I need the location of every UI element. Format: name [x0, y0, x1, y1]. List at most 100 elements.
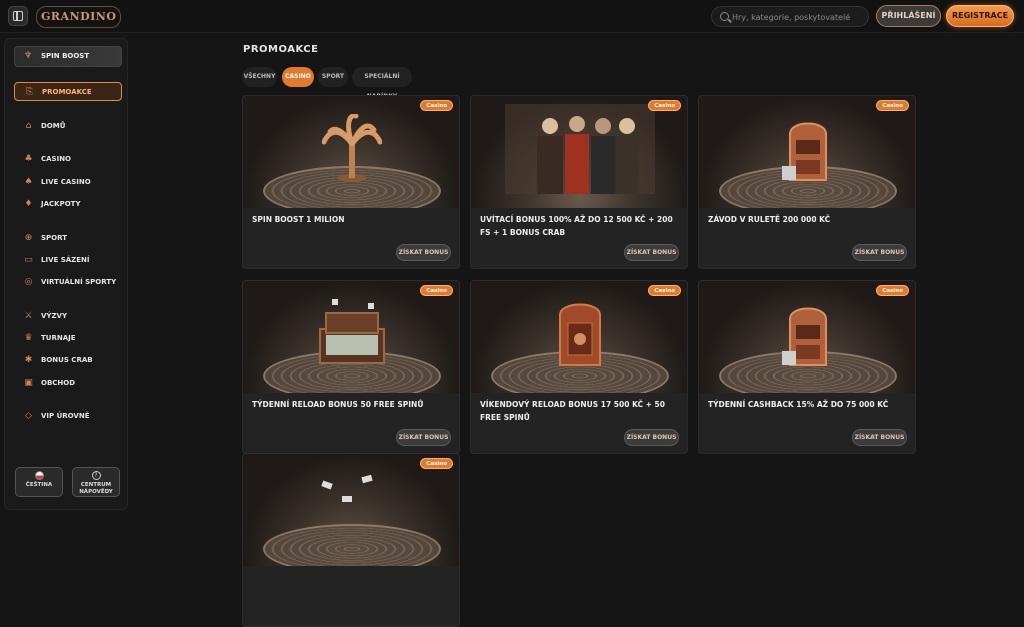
- get-bonus-button[interactable]: ZÍSKAT BONUS: [624, 244, 679, 261]
- ball-icon: ⊕: [24, 233, 33, 243]
- flag-icon: [34, 471, 44, 480]
- get-bonus-button[interactable]: ZÍSKAT BONUS: [396, 244, 451, 261]
- sidebar-item-virtu-ln-sporty[interactable]: ◎ VIRTUÁLNÍ SPORTY: [14, 273, 122, 292]
- safe-illustration: [550, 299, 610, 369]
- sidebar-item-label: LIVE CASINO: [41, 178, 91, 186]
- promo-card[interactable]: Casino: [242, 453, 460, 627]
- sidebar-item-label: TURNAJE: [41, 334, 76, 342]
- get-bonus-button[interactable]: ZÍSKAT BONUS: [396, 429, 451, 446]
- promo-card[interactable]: Casino TÝDENNÍ CASHBACK 15% AŽ DO 75 000 …: [698, 280, 916, 454]
- promo-image[interactable]: [699, 96, 915, 208]
- tab-sport[interactable]: SPORT: [318, 67, 348, 87]
- category-badge: Casino: [648, 100, 681, 111]
- register-button[interactable]: REGISTRACE: [946, 5, 1014, 27]
- top-bar: GRANDINO PŘIHLÁŠENÍ REGISTRACE: [0, 0, 1024, 33]
- shop-icon: ▣: [24, 378, 33, 388]
- help-label-line-1: CENTRUM: [80, 482, 112, 488]
- virtual-sports-icon: ◎: [24, 277, 33, 287]
- promo-image[interactable]: [699, 281, 915, 393]
- promo-card[interactable]: Casino ZÁVOD V RULETĚ 200 000 KČ ZÍSKAT BO…: [698, 95, 916, 269]
- sidebar-toggle-button[interactable]: [8, 6, 28, 26]
- promo-title: VÍKENDOVÝ RELOAD BONUS 17 500 KČ + 50 FR…: [480, 400, 665, 422]
- sidebar-item-label: JACKPOTY: [41, 200, 81, 208]
- slot-illustration: [778, 299, 838, 369]
- challenge-icon: ⚔: [24, 311, 33, 321]
- sidebar: ♆ SPIN BOOST ⎘ PROMOAKCE ⌂ DOMŮ ♣ CASINO ♠ LIVE…: [4, 38, 128, 510]
- get-bonus-button[interactable]: ZÍSKAT BONUS: [624, 429, 679, 446]
- sidebar-item-live-s-zen-[interactable]: ▭ LIVE SÁZENÍ: [14, 251, 122, 270]
- diamond-icon: ◇: [25, 411, 32, 421]
- sidebar-item-label: VIP ÚROVNĚ: [41, 412, 90, 420]
- spin-boost-banner[interactable]: ♆ SPIN BOOST: [14, 46, 122, 67]
- get-bonus-button[interactable]: ZÍSKAT BONUS: [852, 429, 907, 446]
- sidebar-item-vip-rovn-[interactable]: ◇ VIP ÚROVNĚ: [14, 407, 122, 426]
- tab-casino[interactable]: CASINO: [282, 67, 314, 87]
- search-box[interactable]: [711, 6, 869, 27]
- help-label-line-2: NÁPOVĚDY: [79, 489, 113, 495]
- sidebar-item-label: VIRTUÁLNÍ SPORTY: [41, 278, 117, 286]
- language-label: ČEŠTINA: [25, 482, 53, 488]
- tab-all[interactable]: VŠECHNY: [242, 67, 277, 87]
- sidebar-item-promoakce[interactable]: ⎘ PROMOAKCE: [14, 82, 122, 101]
- sidebar-item-label: PROMOAKCE: [42, 88, 92, 96]
- palm-illustration: [321, 113, 383, 184]
- search-icon: [720, 12, 729, 21]
- crab-icon: ✱: [24, 355, 33, 365]
- promo-image[interactable]: [471, 281, 687, 393]
- sidebar-item-label: DOMŮ: [41, 122, 66, 130]
- promo-card[interactable]: Casino VÍKENDOVÝ RELOAD BONUS 17 500 KČ +…: [470, 280, 688, 454]
- sidebar-item-live-casino[interactable]: ♠ LIVE CASINO: [14, 173, 122, 192]
- spin-boost-label: SPIN BOOST: [41, 52, 90, 60]
- sidebar-item-obchod[interactable]: ▣ OBCHOD: [14, 374, 122, 393]
- category-badge: Casino: [420, 285, 453, 296]
- jackpot-icon: ♦: [24, 199, 33, 209]
- sidebar-item-label: LIVE SÁZENÍ: [41, 256, 90, 264]
- category-badge: Casino: [876, 100, 909, 111]
- home-icon: ⌂: [25, 121, 32, 131]
- category-badge: Casino: [420, 100, 453, 111]
- category-badge: Casino: [420, 458, 453, 469]
- sidebar-item-label: CASINO: [41, 155, 72, 163]
- help-icon: ?: [91, 471, 101, 480]
- trophy-icon: ♛: [24, 333, 33, 343]
- casino-icon: ♣: [24, 154, 33, 164]
- promo-image[interactable]: [243, 454, 459, 566]
- people-illustration: [505, 104, 655, 194]
- sidebar-item-label: BONUS CRAB: [41, 356, 93, 364]
- search-input[interactable]: [732, 9, 864, 25]
- sidebar-item-label: OBCHOD: [41, 379, 76, 387]
- promo-title: ZÁVOD V RULETĚ 200 000 KČ: [708, 215, 831, 224]
- sidebar-item-jackpoty[interactable]: ♦ JACKPOTY: [14, 195, 122, 214]
- help-center-button[interactable]: ? CENTRUM NÁPOVĚDY: [72, 467, 120, 497]
- sidebar-item-turnaje[interactable]: ♛ TURNAJE: [14, 329, 122, 348]
- sidebar-icon: [13, 11, 23, 21]
- promo-image[interactable]: [243, 281, 459, 393]
- sidebar-item-sport[interactable]: ⊕ SPORT: [14, 229, 122, 248]
- promo-title: TÝDENNÍ RELOAD BONUS 50 FREE SPINŮ: [252, 400, 424, 409]
- sidebar-item-casino[interactable]: ♣ CASINO: [14, 150, 122, 169]
- sidebar-item-label: VÝZVY: [41, 312, 68, 320]
- promo-image[interactable]: [471, 96, 687, 208]
- category-badge: Casino: [648, 285, 681, 296]
- promo-image[interactable]: [243, 96, 459, 208]
- help-center-label: CENTRUM NÁPOVĚDY: [73, 482, 119, 496]
- promo-card[interactable]: Casino UVÍTACÍ BONUS 100% AŽ DO 12 500 KČ…: [470, 95, 688, 269]
- category-badge: Casino: [876, 285, 909, 296]
- language-button[interactable]: ČEŠTINA: [15, 467, 63, 497]
- promo-title: TÝDENNÍ CASHBACK 15% AŽ DO 75 000 KČ: [708, 400, 889, 409]
- sidebar-item-dom-[interactable]: ⌂ DOMŮ: [14, 117, 122, 136]
- promo-card[interactable]: Casino TÝDENNÍ RELOAD BONUS 50 FREE SPINŮ…: [242, 280, 460, 454]
- get-bonus-button[interactable]: ZÍSKAT BONUS: [852, 244, 907, 261]
- promo-title: SPIN BOOST 1 MILION: [252, 215, 345, 224]
- live-betting-icon: ▭: [24, 255, 33, 265]
- promo-card[interactable]: Casino SPIN BOOST 1 MILION ZÍSKAT BONUS: [242, 95, 460, 269]
- palm-icon: ♆: [24, 51, 33, 61]
- login-button[interactable]: PŘIHLÁŠENÍ: [876, 5, 941, 27]
- logo[interactable]: GRANDINO: [36, 6, 122, 28]
- tab-special-offers[interactable]: SPECIÁLNÍ NABÍDKY: [352, 67, 412, 100]
- live-casino-icon: ♠: [24, 177, 33, 187]
- gift-icon: ⎘: [25, 87, 34, 97]
- sidebar-item-v-zvy[interactable]: ⚔ VÝZVY: [14, 307, 122, 326]
- sidebar-item-bonus-crab[interactable]: ✱ BONUS CRAB: [14, 351, 122, 370]
- slot-illustration: [778, 114, 838, 184]
